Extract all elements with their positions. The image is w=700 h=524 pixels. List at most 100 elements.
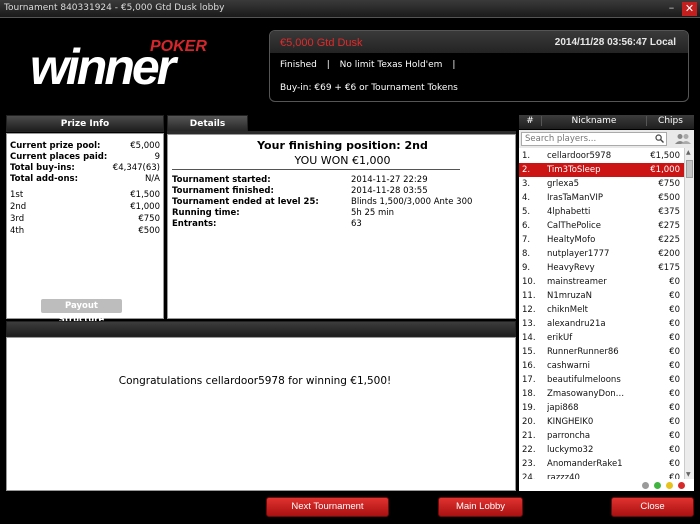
player-row[interactable]: 15. RunnerRunner86 €0 [519,345,684,359]
detail-value: 2014-11-28 03:55 [351,186,428,196]
detail-value: 63 [351,219,362,229]
player-list-scrollbar[interactable]: ▲ ▼ [684,148,694,479]
player-row[interactable]: 22. luckymo32 €0 [519,443,684,457]
player-chips: €0 [669,375,680,385]
player-rank: 9. [522,263,531,273]
player-rank: 17. [522,375,536,385]
player-rank: 20. [522,417,536,427]
player-row[interactable]: 13. alexandru21a €0 [519,317,684,331]
player-rank: 16. [522,361,536,371]
detail-label: Tournament started: [172,175,271,185]
player-row[interactable]: 23. AnomanderRake1 €0 [519,457,684,471]
player-row[interactable]: 5. 4lphabetti €375 [519,205,684,219]
player-row[interactable]: 18. ZmasowanyDon… €0 [519,387,684,401]
player-nickname: mainstreamer [547,277,607,287]
players-group-icon[interactable] [674,133,692,145]
player-row[interactable]: 14. erikUf €0 [519,331,684,345]
window-titlebar: Tournament 840331924 - €5,000 Gtd Dusk l… [0,0,700,18]
player-list[interactable]: 1. cellardoor5978 €1,500 2. Tim3ToSleep €1,00… [519,148,694,479]
winner-poker-logo: POKER winner [30,38,220,98]
player-rank: 7. [522,235,531,245]
player-row[interactable]: 21. parroncha €0 [519,429,684,443]
player-chips: €0 [669,347,680,357]
column-header-nickname[interactable]: Nickname [541,116,646,126]
player-nickname: IrasTaManVIP [547,193,604,203]
minimize-icon[interactable]: – [664,2,679,16]
place-prize: €750 [138,214,160,224]
place-label: 1st [10,190,24,200]
player-rank: 24. [522,473,536,479]
player-nickname: CalThePolice [547,221,601,231]
player-row[interactable]: 11. N1mruzaN €0 [519,289,684,303]
player-row[interactable]: 4. IrasTaManVIP €500 [519,191,684,205]
status-legend [519,479,694,491]
detail-value: 2014-11-27 22:29 [351,175,428,185]
player-nickname: Tim3ToSleep [547,165,601,175]
status-dot-icon [666,482,673,489]
player-chips: €750 [658,179,680,189]
player-search-bar [519,130,694,148]
place-prize: €1,000 [130,202,160,212]
close-icon[interactable]: ✕ [682,2,697,16]
player-nickname: RunnerRunner86 [547,347,619,357]
prize-value: 9 [154,152,160,162]
player-row[interactable]: 17. beautifulmeloons €0 [519,373,684,387]
search-icon[interactable] [655,134,664,143]
player-rank: 3. [522,179,531,189]
player-chips: €0 [669,305,680,315]
place-prize: €1,500 [130,190,160,200]
column-header-chips[interactable]: Chips [646,116,694,126]
finishing-position: Your finishing position: 2nd [257,139,428,152]
player-rank: 18. [522,389,536,399]
player-rank: 1. [522,151,531,161]
player-row[interactable]: 3. grlexa5 €750 [519,177,684,191]
player-rank: 23. [522,459,536,469]
player-chips: €0 [669,277,680,287]
local-datetime: 2014/11/28 03:56:47 Local [554,37,676,48]
close-button[interactable]: Close [611,497,694,517]
player-chips: €0 [669,361,680,371]
scrollbar-thumb[interactable] [686,160,693,178]
player-rank: 12. [522,305,536,315]
detail-label: Tournament finished: [172,186,274,196]
player-row[interactable]: 24. razzz40 €0 [519,471,684,479]
tab-details[interactable]: Details [167,115,248,132]
main-lobby-button[interactable]: Main Lobby [438,497,523,517]
divider [172,169,460,170]
player-row[interactable]: 20. KINGHEIK0 €0 [519,415,684,429]
details-panel: Your finishing position: 2nd YOU WON €1,… [167,134,516,319]
next-tournament-button[interactable]: Next Tournament [266,497,389,517]
separator: | [326,60,330,70]
game-type: No limit Texas Hold'em [339,60,443,70]
player-nickname: ZmasowanyDon… [547,389,625,399]
column-header-number[interactable]: # [519,116,541,126]
detail-label: Entrants: [172,219,217,229]
player-rank: 5. [522,207,531,217]
scroll-down-icon[interactable]: ▼ [686,471,691,478]
tournament-name: €5,000 Gtd Dusk [280,37,363,49]
player-chips: €0 [669,417,680,427]
player-nickname: cashwarni [547,361,590,371]
payout-structure-button[interactable]: Payout Structure [41,299,122,325]
player-row[interactable]: 9. HeavyRevy €175 [519,261,684,275]
player-row[interactable]: 10. mainstreamer €0 [519,275,684,289]
player-nickname: AnomanderRake1 [547,459,623,469]
player-row[interactable]: 8. nutplayer1777 €200 [519,247,684,261]
player-row[interactable]: 2. Tim3ToSleep €1,000 [519,163,684,177]
player-rank: 11. [522,291,536,301]
player-row[interactable]: 19. japi868 €0 [519,401,684,415]
player-rank: 15. [522,347,536,357]
player-row[interactable]: 16. cashwarni €0 [519,359,684,373]
player-row[interactable]: 6. CalThePolice €275 [519,219,684,233]
player-row[interactable]: 12. chiknMelt €0 [519,303,684,317]
detail-label: Tournament ended at level 25: [172,197,319,207]
search-players-input[interactable] [521,132,667,146]
tournament-header: €5,000 Gtd Dusk 2014/11/28 03:56:47 Loca… [269,30,689,102]
player-row[interactable]: 7. HealtyMofo €225 [519,233,684,247]
scroll-up-icon[interactable]: ▲ [686,149,691,156]
tab-prize-info[interactable]: Prize Info [6,115,164,132]
player-row[interactable]: 1. cellardoor5978 €1,500 [519,149,684,163]
player-chips: €225 [658,235,680,245]
player-nickname: KINGHEIK0 [547,417,594,427]
player-nickname: beautifulmeloons [547,375,621,385]
